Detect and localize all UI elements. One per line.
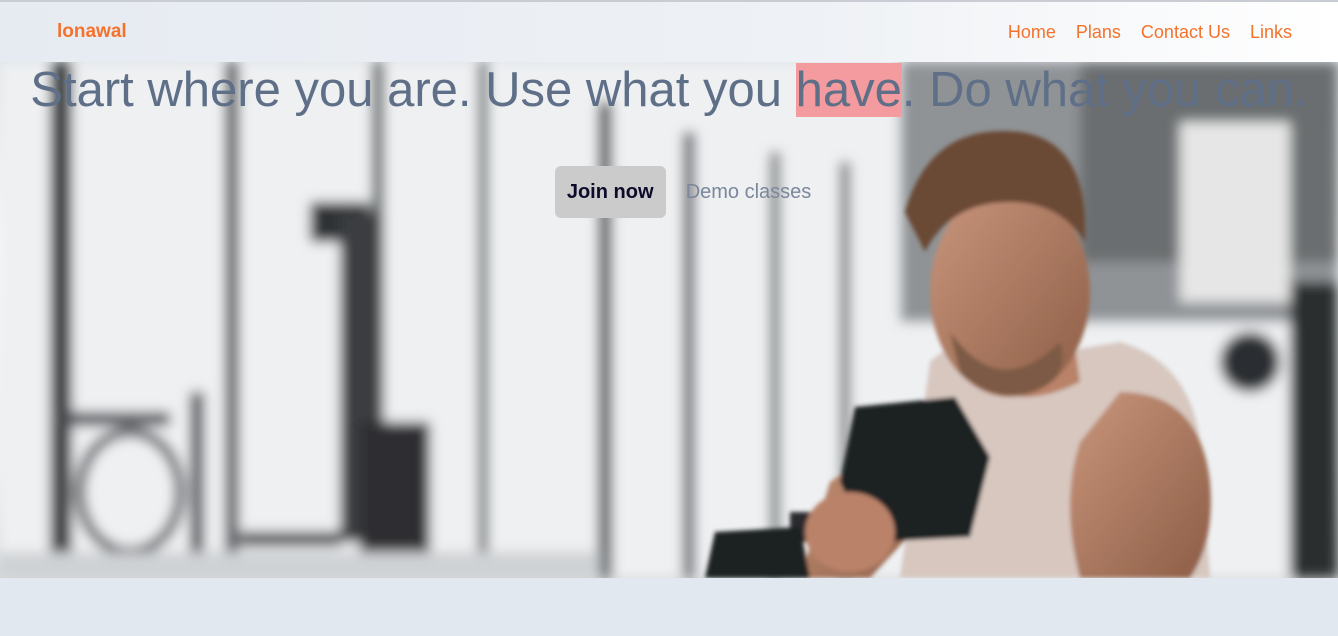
- nav-link-links[interactable]: Links: [1250, 22, 1292, 43]
- navbar: lonawal Home Plans Contact Us Links: [0, 2, 1338, 62]
- headline-highlight: have: [795, 63, 902, 117]
- nav-link-plans[interactable]: Plans: [1076, 22, 1121, 43]
- cta-row: Join now Demo classes: [0, 166, 1338, 218]
- demo-classes-link[interactable]: Demo classes: [686, 181, 812, 204]
- page-bottom-band: [0, 578, 1338, 636]
- join-now-button[interactable]: Join now: [554, 166, 666, 218]
- hero-gym-photo: [0, 62, 1338, 578]
- brand-logo[interactable]: lonawal: [57, 21, 127, 43]
- hero-headline: Start where you are. Use what you have. …: [0, 62, 1338, 118]
- nav-links: Home Plans Contact Us Links: [1008, 22, 1292, 43]
- nav-link-home[interactable]: Home: [1008, 22, 1056, 43]
- hero-section: Start where you are. Use what you have. …: [0, 62, 1338, 578]
- headline-part-1: Start where you are. Use what you: [30, 63, 796, 117]
- headline-part-2: . Do what you can.: [901, 63, 1308, 117]
- nav-link-contact-us[interactable]: Contact Us: [1141, 22, 1230, 43]
